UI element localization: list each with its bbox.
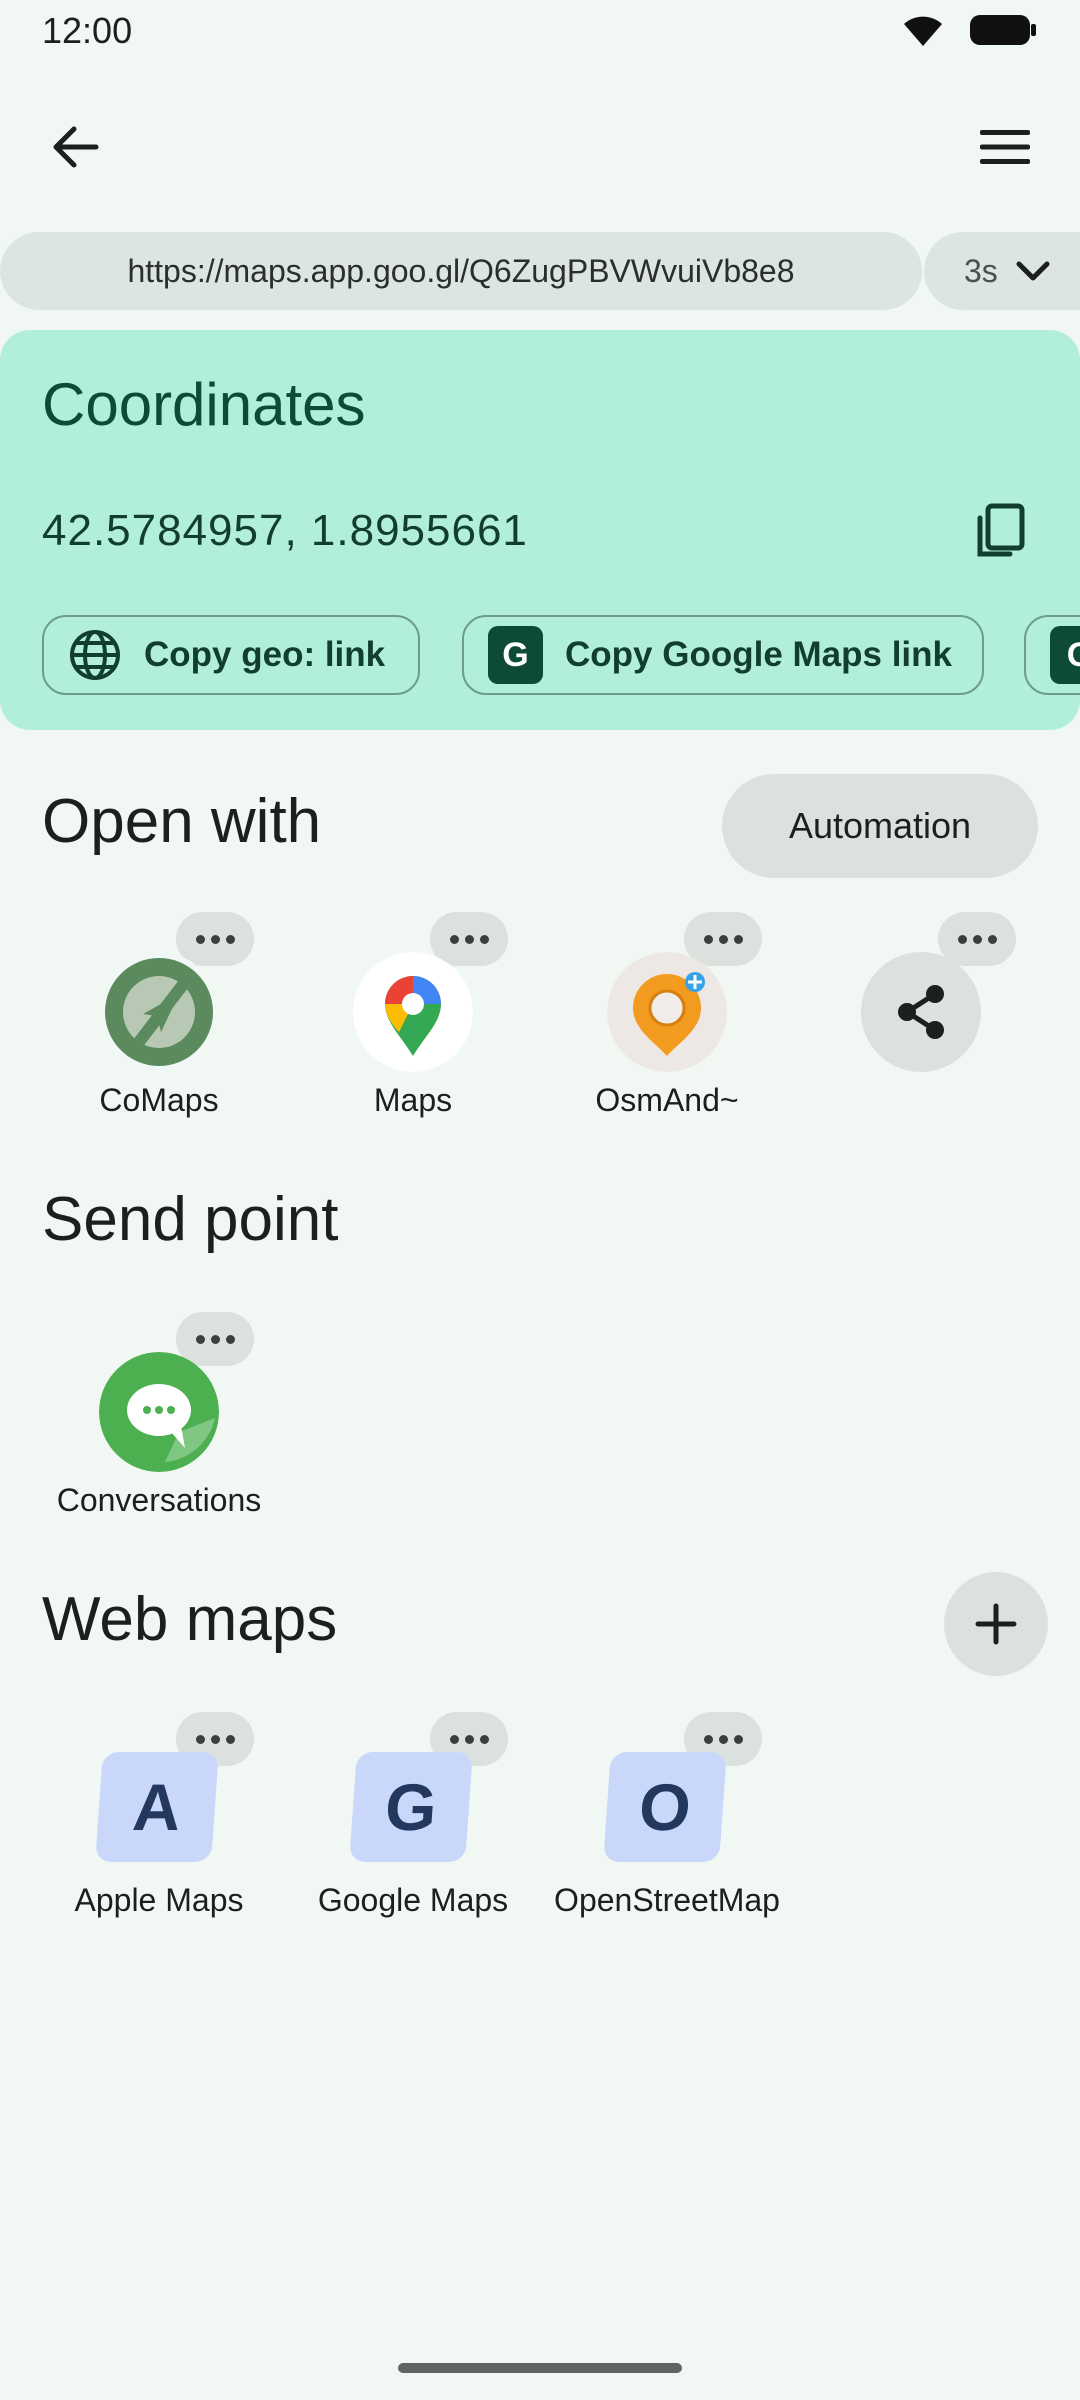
app-label: CoMaps — [99, 1082, 219, 1118]
url-text: https://maps.app.goo.gl/Q6ZugPBVWvuiVb8e… — [127, 252, 795, 289]
copy-coordinates-button[interactable] — [970, 500, 1030, 560]
app-label: OsmAnd~ — [595, 1082, 739, 1118]
hamburger-menu-icon — [980, 130, 1030, 164]
send-point-title: Send point — [42, 1185, 339, 1254]
more-options-button[interactable] — [430, 912, 508, 966]
add-web-map-button[interactable] — [944, 1572, 1048, 1676]
app-tile-share[interactable] — [794, 912, 1048, 1132]
status-icons — [900, 12, 1038, 48]
wifi-icon — [904, 16, 942, 46]
app-label: Google Maps — [317, 1882, 509, 1918]
chevron-down-icon — [1016, 261, 1050, 281]
chip-label: Copy geo: link — [144, 635, 386, 674]
conversations-icon — [99, 1352, 219, 1472]
web-map-tile-google-maps[interactable]: G Google Maps — [286, 1712, 540, 1932]
google-g-icon: G — [1050, 626, 1080, 684]
app-label: Apple Maps — [74, 1882, 244, 1918]
arrow-back-icon — [53, 126, 99, 168]
osmand-icon — [607, 952, 727, 1072]
comaps-icon — [99, 952, 219, 1072]
delay-dropdown[interactable]: 3s — [924, 232, 1080, 310]
app-label: Maps — [373, 1082, 453, 1118]
coordinates-title: Coordinates — [42, 371, 366, 438]
more-options-button[interactable] — [684, 912, 762, 966]
app-tile-osmand[interactable]: OsmAnd~ — [540, 912, 794, 1132]
google-g-icon: G — [488, 626, 544, 684]
chip-label: Copy Google Maps link — [565, 635, 952, 674]
letter-a-icon: A — [95, 1752, 219, 1862]
copy-link-chip-overflow[interactable]: G — [1024, 615, 1080, 695]
open-with-title: Open with — [42, 787, 322, 856]
plus-icon — [975, 1603, 1017, 1645]
web-map-tile-openstreetmap[interactable]: O OpenStreetMap — [540, 1712, 794, 1932]
letter-o-icon: O — [603, 1752, 727, 1862]
automation-button[interactable]: Automation — [722, 774, 1038, 878]
delay-value: 3s — [964, 252, 998, 289]
back-button[interactable] — [40, 112, 110, 182]
automation-label: Automation — [788, 805, 972, 846]
letter-g-icon: G — [349, 1752, 473, 1862]
web-map-tile-apple-maps[interactable]: A Apple Maps — [32, 1712, 286, 1932]
google-maps-pin-icon — [353, 952, 473, 1072]
more-options-button[interactable] — [938, 912, 1016, 966]
globe-icon — [70, 630, 120, 680]
share-icon — [861, 952, 981, 1072]
more-options-button[interactable] — [176, 912, 254, 966]
copy-icon — [977, 503, 1025, 557]
app-label: Conversations — [56, 1482, 262, 1518]
copy-google-maps-link-chip[interactable]: G Copy Google Maps link — [462, 615, 984, 695]
home-indicator[interactable] — [398, 2363, 682, 2373]
battery-icon — [970, 15, 1036, 45]
web-maps-title: Web maps — [42, 1585, 338, 1654]
more-options-button[interactable] — [176, 1312, 254, 1366]
app-label: OpenStreetMap — [554, 1882, 780, 1918]
coordinates-card: Coordinates 42.5784957, 1.8955661 Copy g… — [0, 330, 1080, 730]
coordinates-value[interactable]: 42.5784957, 1.8955661 — [42, 506, 528, 556]
app-tile-comaps[interactable]: CoMaps — [32, 912, 286, 1132]
app-tile-maps[interactable]: Maps — [286, 912, 540, 1132]
copy-geo-link-chip[interactable]: Copy geo: link — [42, 615, 420, 695]
menu-button[interactable] — [970, 112, 1040, 182]
app-tile-conversations[interactable]: Conversations — [32, 1312, 286, 1532]
url-input[interactable]: https://maps.app.goo.gl/Q6ZugPBVWvuiVb8e… — [0, 232, 922, 310]
status-time: 12:00 — [42, 10, 133, 51]
